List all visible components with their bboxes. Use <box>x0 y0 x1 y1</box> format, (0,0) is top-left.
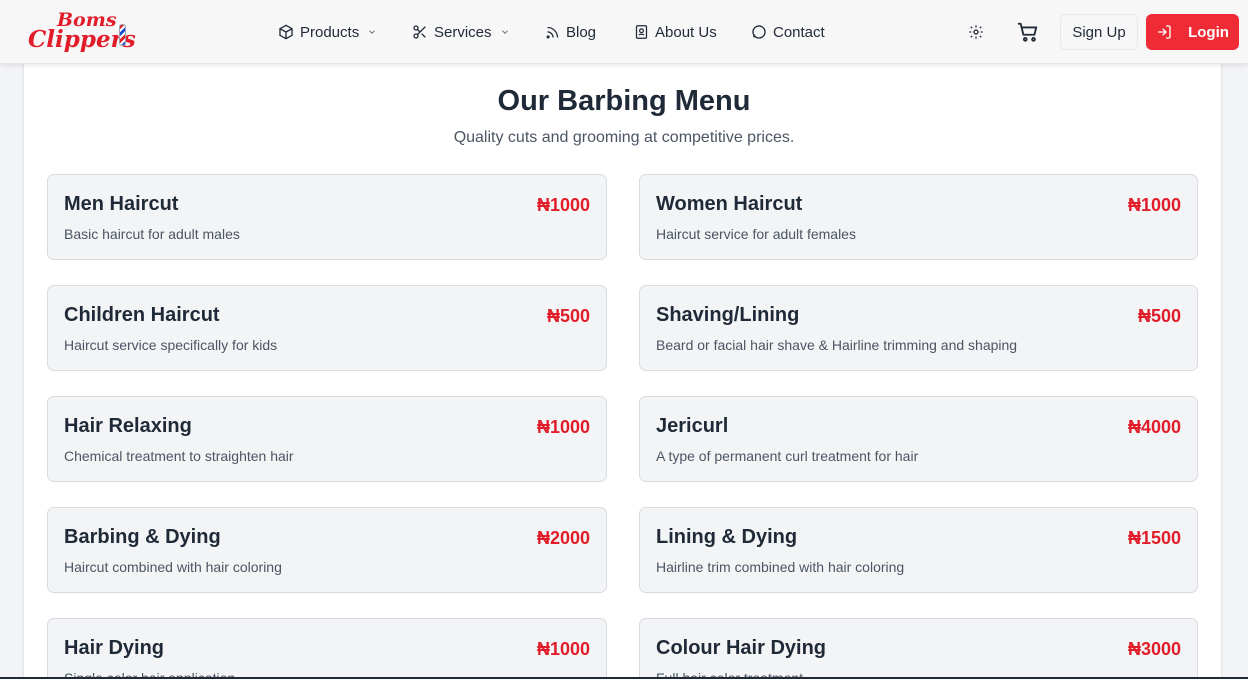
service-description: Beard or facial hair shave & Hairline tr… <box>656 337 1018 353</box>
service-description: A type of permanent curl treatment for h… <box>656 448 919 464</box>
service-description: Haircut service for adult females <box>656 226 856 242</box>
service-name: Barbing & Dying <box>64 526 221 548</box>
service-price: ₦1000 <box>536 195 590 215</box>
service-description: Hairline trim combined with hair colorin… <box>656 559 905 575</box>
nav-products[interactable]: Products <box>278 20 377 44</box>
service-description: Basic haircut for adult males <box>64 226 240 242</box>
nav-services[interactable]: Services <box>412 20 510 44</box>
service-price: ₦4000 <box>1127 417 1181 437</box>
service-card[interactable]: Hair Relaxing ₦1000 Chemical treatment t… <box>47 396 607 482</box>
service-name: Hair Dying <box>64 637 165 659</box>
scissors-icon <box>413 25 426 39</box>
service-card[interactable]: Men Haircut ₦1000 Basic haircut for adul… <box>47 174 607 260</box>
brand-logo[interactable]: Boms Clippers <box>27 10 136 54</box>
service-card[interactable]: Women Haircut ₦1000 Haircut service for … <box>639 174 1198 260</box>
nav-contact-label: Contact <box>773 23 825 41</box>
nav-services-label: Services <box>434 23 492 41</box>
service-name: Jericurl <box>656 415 729 437</box>
service-name: Shaving/Lining <box>656 304 800 326</box>
nav-blog-label: Blog <box>566 23 597 41</box>
service-price: ₦1500 <box>1127 528 1181 548</box>
login-label: Login <box>1188 23 1229 41</box>
nav-products-label: Products <box>300 23 360 41</box>
settings-button[interactable] <box>966 22 986 42</box>
service-card[interactable]: Lining & Dying ₦1500 Hairline trim combi… <box>639 507 1198 593</box>
service-price: ₦1000 <box>1127 195 1181 215</box>
service-price: ₦3000 <box>1127 639 1181 659</box>
services-grid: Men Haircut ₦1000 Basic haircut for adul… <box>47 174 1198 679</box>
service-price: ₦1000 <box>536 417 590 437</box>
service-price: ₦1000 <box>536 639 590 659</box>
service-name: Hair Relaxing <box>64 415 192 437</box>
message-circle-icon <box>752 25 766 39</box>
service-card[interactable]: Barbing & Dying ₦2000 Haircut combined w… <box>47 507 607 593</box>
chevron-down-icon <box>369 30 376 34</box>
chevron-down-icon <box>501 30 508 34</box>
cart-icon <box>1017 22 1038 42</box>
service-name: Lining & Dying <box>656 526 798 548</box>
log-in-icon <box>1158 25 1171 39</box>
service-card[interactable]: Children Haircut ₦500 Haircut service sp… <box>47 285 607 371</box>
service-card[interactable]: Shaving/Lining ₦500 Beard or facial hair… <box>639 285 1198 371</box>
sign-up-button[interactable]: Sign Up <box>1060 14 1138 50</box>
service-description: Haircut combined with hair coloring <box>64 559 282 575</box>
nav-about[interactable]: About Us <box>634 20 717 44</box>
login-button[interactable]: Login <box>1146 14 1239 50</box>
service-description: Haircut service specifically for kids <box>64 337 278 353</box>
nav-blog[interactable]: Blog <box>545 20 596 44</box>
nav-contact[interactable]: Contact <box>751 20 825 44</box>
service-name: Women Haircut <box>656 193 803 215</box>
service-name: Children Haircut <box>64 304 220 326</box>
site-header: Boms Clippers Products Services Blog Abo… <box>0 0 1248 64</box>
gear-icon <box>969 25 983 39</box>
nav-about-label: About Us <box>655 23 717 41</box>
barber-pole-icon <box>119 24 126 46</box>
cart-button[interactable] <box>1015 20 1041 44</box>
rss-icon <box>546 26 559 38</box>
service-price: ₦2000 <box>536 528 590 548</box>
service-price: ₦500 <box>546 306 590 326</box>
service-card[interactable]: Hair Dying ₦1000 Single color hair appli… <box>47 618 607 679</box>
service-name: Men Haircut <box>64 193 179 215</box>
box-icon <box>279 24 293 40</box>
service-name: Colour Hair Dying <box>656 637 827 659</box>
service-description: Chemical treatment to straighten hair <box>64 448 294 464</box>
service-price: ₦500 <box>1137 306 1181 326</box>
page-subtitle: Quality cuts and grooming at competitive… <box>453 129 795 146</box>
service-card[interactable]: Jericurl ₦4000 A type of permanent curl … <box>639 396 1198 482</box>
service-card[interactable]: Colour Hair Dying ₦3000 Full hair color … <box>639 618 1198 679</box>
contact-card-icon <box>635 25 648 39</box>
page-title: Our Barbing Menu <box>497 85 751 117</box>
